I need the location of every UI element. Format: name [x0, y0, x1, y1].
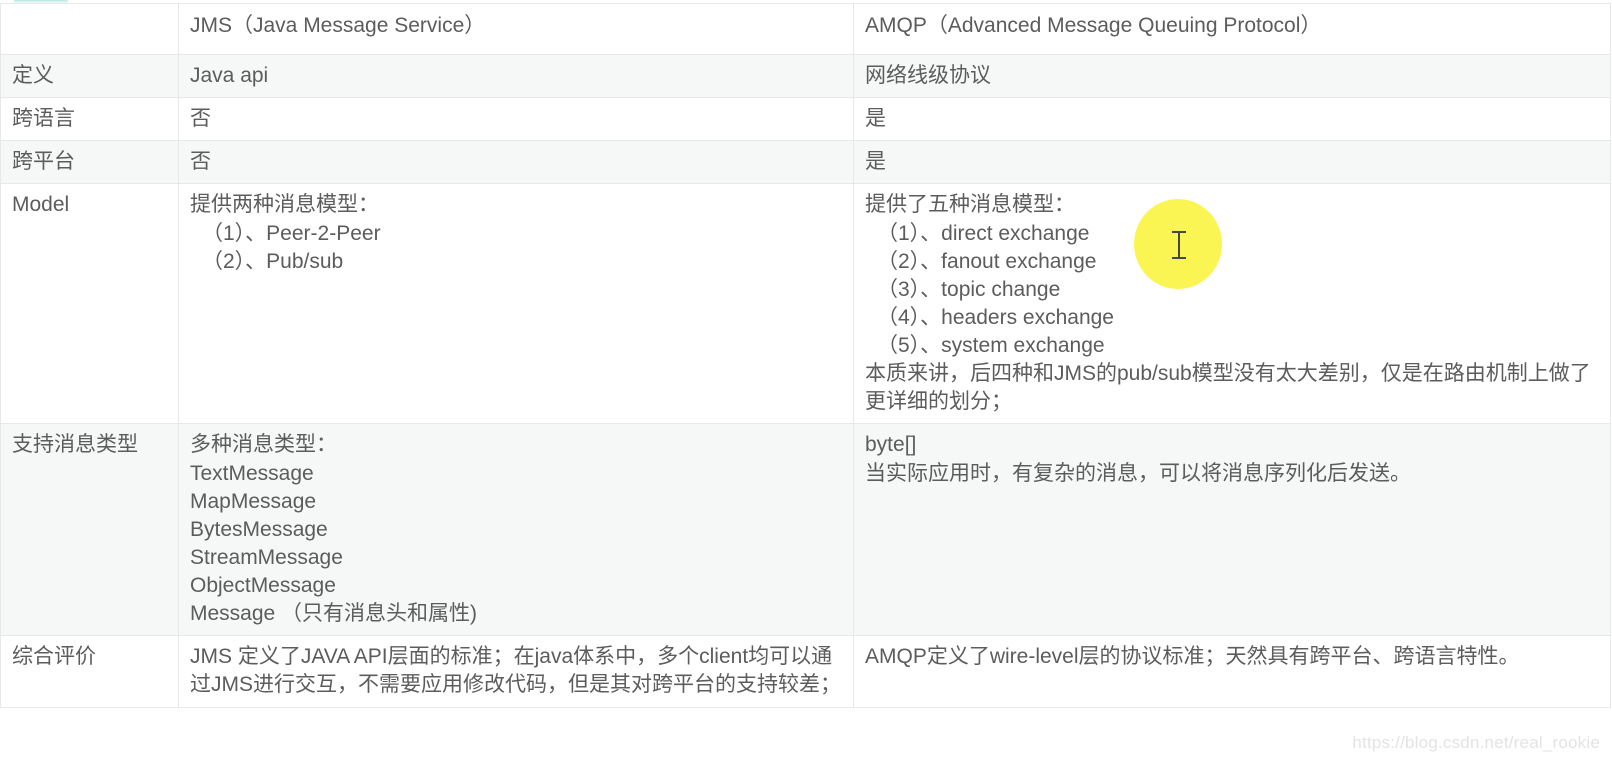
jms-msgtype-line-5: ObjectMessage — [190, 574, 336, 597]
jms-msgtype-line-2: MapMessage — [190, 489, 317, 513]
amqp-msgtype-line-1: 当实际应用时，有复杂的消息，可以将消息序列化后发送。 — [865, 461, 1411, 485]
jms-msgtype-line-3: BytesMessage — [190, 517, 328, 541]
table-row-model: Model 提供两种消息模型： （1）、Peer-2-Peer （2）、Pub/… — [0, 183, 1611, 425]
cell-jms-model: 提供两种消息模型： （1）、Peer-2-Peer （2）、Pub/sub — [178, 183, 854, 425]
table-row-cross-platform: 跨平台 否 是 — [0, 140, 1611, 185]
table-row-definition: 定义 Java api 网络线级协议 — [0, 53, 1611, 99]
header-cell-blank — [0, 3, 179, 55]
row-label-cross-platform: 跨平台 — [0, 140, 179, 185]
jms-msgtype-line-1: TextMessage — [190, 461, 314, 485]
row-label-supported-message-types: 支持消息类型 — [0, 423, 179, 637]
amqp-model-line-0: 提供了五种消息模型： — [865, 193, 1075, 217]
row-label-model: Model — [0, 183, 179, 425]
comparison-table-container: JMS（Java Message Service） AMQP（Advanced … — [0, 3, 1612, 708]
jms-msgtype-line-6: Message （只有消息头和属性) — [190, 602, 478, 626]
cell-jms-definition: Java api — [178, 53, 854, 99]
amqp-model-line-3: （3）、topic change — [877, 277, 1061, 301]
jms-model-line-1: （1）、Peer-2-Peer — [202, 221, 381, 245]
cell-amqp-definition: 网络线级协议 — [853, 53, 1611, 99]
jms-msgtype-line-0: 多种消息类型： — [190, 433, 337, 457]
amqp-msgtype-line-0: byte[] — [865, 433, 917, 457]
row-label-overall-evaluation: 综合评价 — [0, 635, 179, 708]
row-label-cross-language: 跨语言 — [0, 97, 179, 142]
cell-amqp-cross-language: 是 — [853, 97, 1611, 142]
amqp-model-note: 本质来讲，后四种和JMS的pub/sub模型没有太大差别，仅是在路由机制上做了更… — [865, 362, 1591, 414]
cell-amqp-cross-platform: 是 — [853, 140, 1611, 185]
table-header-row: JMS（Java Message Service） AMQP（Advanced … — [0, 3, 1611, 55]
jms-model-line-2: （2）、Pub/sub — [202, 249, 344, 273]
amqp-model-line-2: （2）、fanout exchange — [877, 249, 1097, 273]
cell-amqp-message-types: byte[] 当实际应用时，有复杂的消息，可以将消息序列化后发送。 — [853, 423, 1611, 637]
table-row-overall-evaluation: 综合评价 JMS 定义了JAVA API层面的标准；在java体系中，多个cli… — [0, 635, 1611, 708]
jms-model-line-0: 提供两种消息模型： — [190, 193, 379, 217]
table-row-supported-message-types: 支持消息类型 多种消息类型： TextMessage MapMessage By… — [0, 423, 1611, 637]
jms-model-spacer — [190, 276, 844, 350]
amqp-model-line-1: （1）、direct exchange — [877, 221, 1090, 245]
cell-jms-overall-evaluation: JMS 定义了JAVA API层面的标准；在java体系中，多个client均可… — [178, 635, 854, 708]
cell-jms-cross-language: 否 — [178, 97, 854, 142]
cell-amqp-overall-evaluation: AMQP定义了wire-level层的协议标准；天然具有跨平台、跨语言特性。 — [853, 635, 1611, 708]
jms-amqp-comparison-table: JMS（Java Message Service） AMQP（Advanced … — [0, 3, 1611, 708]
header-cell-amqp: AMQP（Advanced Message Queuing Protocol） — [853, 3, 1611, 55]
row-label-definition: 定义 — [0, 53, 179, 99]
csdn-blog-watermark: https://blog.csdn.net/real_rookie — [1352, 733, 1600, 752]
header-cell-jms: JMS（Java Message Service） — [178, 3, 854, 55]
table-row-cross-language: 跨语言 否 是 — [0, 97, 1611, 142]
cell-amqp-model: 提供了五种消息模型： （1）、direct exchange （2）、fanou… — [853, 183, 1611, 425]
amqp-model-line-4: （4）、headers exchange — [877, 305, 1114, 329]
amqp-model-line-5: （5）、system exchange — [877, 334, 1105, 357]
cell-jms-message-types: 多种消息类型： TextMessage MapMessage BytesMess… — [178, 423, 854, 637]
cell-jms-cross-platform: 否 — [178, 140, 854, 185]
jms-msgtype-line-4: StreamMessage — [190, 545, 343, 569]
